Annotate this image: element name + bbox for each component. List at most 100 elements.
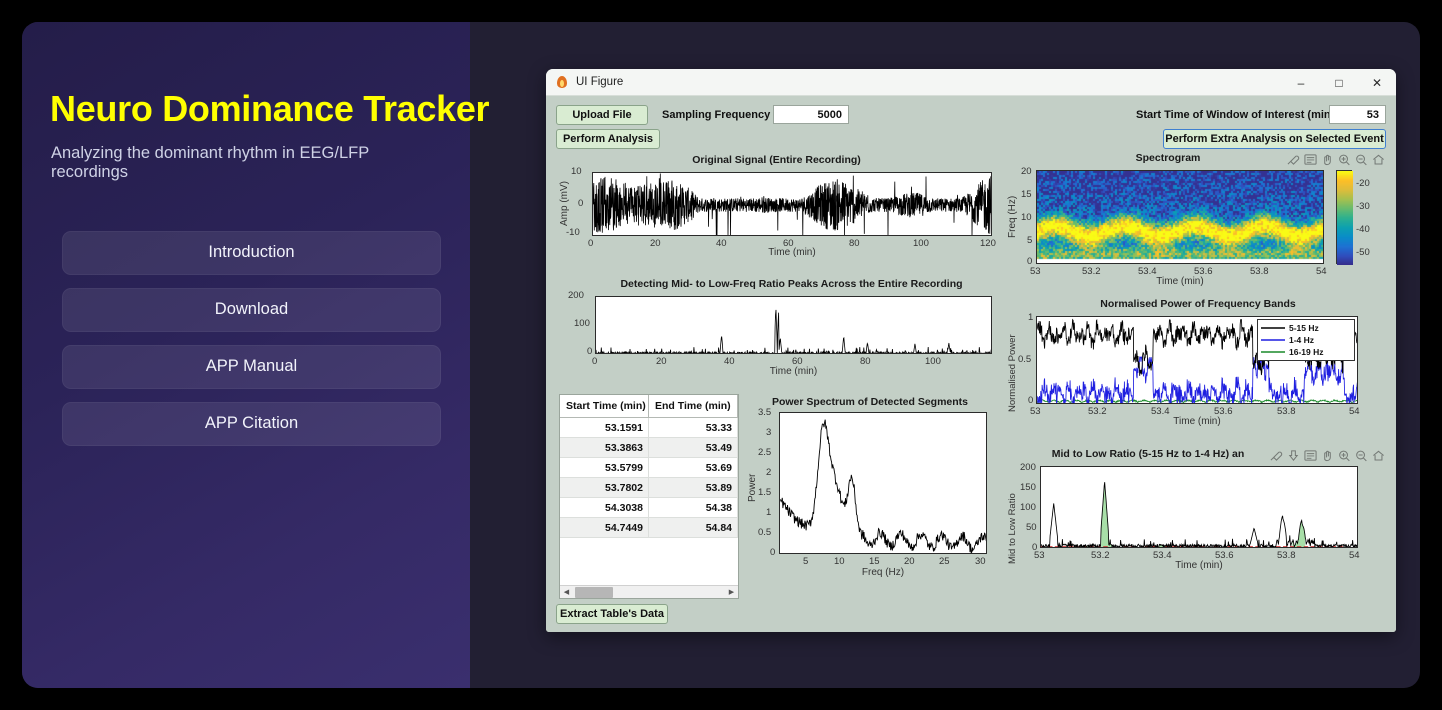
chart-title: Mid to Low Ratio (5-15 Hz to 1-4 Hz) an <box>1004 448 1292 460</box>
cell-end-time: 53.89 <box>649 478 738 497</box>
start-time-input[interactable]: 53 <box>1329 105 1386 124</box>
chart-original-signal: Original Signal (Entire Recording) Amp (… <box>554 154 999 259</box>
zoom-out-icon[interactable] <box>1354 153 1369 166</box>
legend-label: 1-4 Hz <box>1289 335 1314 345</box>
chart-title: Detecting Mid- to Low-Freq Ratio Peaks A… <box>584 278 999 290</box>
sidebar-item-introduction[interactable]: Introduction <box>62 231 441 275</box>
chart-ratio-peaks: Detecting Mid- to Low-Freq Ratio Peaks A… <box>554 278 999 383</box>
legend-item: 1-4 Hz <box>1261 334 1351 346</box>
chart-title: Power Spectrum of Detected Segments <box>739 396 1001 408</box>
plot-area[interactable] <box>1036 170 1324 264</box>
brush-icon[interactable] <box>1269 449 1284 462</box>
close-icon[interactable]: ✕ <box>1358 69 1396 96</box>
y-tick: 200 <box>568 290 584 301</box>
chart-title: Spectrogram <box>1004 152 1332 164</box>
cell-end-time: 54.84 <box>649 518 738 537</box>
x-tick: 5 <box>803 556 808 567</box>
brush-icon[interactable] <box>1286 153 1301 166</box>
upload-file-button[interactable]: Upload File <box>556 105 648 125</box>
perform-extra-analysis-button[interactable]: Perform Extra Analysis on Selected Event <box>1163 129 1386 149</box>
plot-area[interactable] <box>779 412 987 554</box>
datatip-icon[interactable] <box>1303 153 1318 166</box>
plot-area[interactable] <box>595 296 992 354</box>
pan-icon[interactable] <box>1320 153 1335 166</box>
y-tick: 2.5 <box>758 447 771 458</box>
y-axis-label: Amp (mV) <box>559 181 570 226</box>
x-axis-label: Time (min) <box>1036 416 1358 427</box>
datatip-icon[interactable] <box>1303 449 1318 462</box>
page-tagline: Analyzing the dominant rhythm in EEG/LFP… <box>51 144 445 182</box>
scroll-left-icon[interactable]: ◀ <box>560 588 573 596</box>
sidebar-item-label: Introduction <box>208 243 294 262</box>
sidebar-nav: Introduction Download APP Manual APP Cit… <box>40 231 445 446</box>
x-axis-label: Time (min) <box>1036 276 1324 287</box>
table-row[interactable]: 53.3863 53.49 <box>560 438 738 458</box>
cell-start-time: 53.3863 <box>560 438 649 457</box>
x-tick: 15 <box>869 556 880 567</box>
colorbar <box>1336 170 1352 264</box>
plot-area[interactable] <box>592 172 992 236</box>
maximize-icon[interactable]: □ <box>1320 69 1358 96</box>
legend: 5-15 Hz 1-4 Hz 16-19 Hz <box>1257 319 1355 361</box>
y-tick: 3 <box>766 427 771 438</box>
detected-segments-table[interactable]: Start Time (min) End Time (min) 53.1591 … <box>559 394 739 599</box>
zoom-out-icon[interactable] <box>1354 449 1369 462</box>
signal-trace <box>593 173 992 236</box>
axes-toolbar[interactable] <box>1286 153 1386 166</box>
column-header-start-time[interactable]: Start Time (min) <box>560 395 649 417</box>
app-shell: Neuro Dominance Tracker Analyzing the do… <box>22 22 1420 688</box>
figure-body: Upload File Perform Analysis Sampling Fr… <box>546 96 1396 632</box>
legend-swatch <box>1261 326 1285 330</box>
table-row[interactable]: 54.3038 54.38 <box>560 498 738 518</box>
x-tick: 20 <box>904 556 915 567</box>
restore-home-icon[interactable] <box>1371 153 1386 166</box>
sidebar-item-app-citation[interactable]: APP Citation <box>62 402 441 446</box>
plot-area[interactable]: 5-15 Hz 1-4 Hz 16-19 Hz <box>1036 316 1358 404</box>
zoom-in-icon[interactable] <box>1337 449 1352 462</box>
sidebar-item-download[interactable]: Download <box>62 288 441 332</box>
ratio-area <box>1041 467 1358 548</box>
perform-analysis-button[interactable]: Perform Analysis <box>556 129 660 149</box>
legend-item: 5-15 Hz <box>1261 322 1351 334</box>
matlab-flame-icon <box>555 75 569 89</box>
pan-icon[interactable] <box>1320 449 1335 462</box>
cell-end-time: 54.38 <box>649 498 738 517</box>
minimize-icon[interactable]: – <box>1282 69 1320 96</box>
table-row[interactable]: 53.7802 53.89 <box>560 478 738 498</box>
y-tick: 1.5 <box>758 487 771 498</box>
x-axis-label: Time (min) <box>595 366 992 377</box>
x-axis-label: Time (min) <box>592 247 992 258</box>
scroll-right-icon[interactable]: ▶ <box>725 588 738 596</box>
sidebar-item-label: APP Manual <box>206 357 297 376</box>
y-tick: 0 <box>770 547 775 558</box>
chart-title: Original Signal (Entire Recording) <box>554 154 999 166</box>
sidebar-item-label: APP Citation <box>205 414 298 433</box>
table-row[interactable]: 53.5799 53.69 <box>560 458 738 478</box>
axes-toolbar[interactable] <box>1269 449 1386 462</box>
cell-start-time: 53.1591 <box>560 418 649 437</box>
y-axis-label: Mid to Low Ratio <box>1007 493 1018 564</box>
x-tick: 10 <box>834 556 845 567</box>
table-horizontal-scrollbar[interactable]: ◀ ▶ <box>560 585 738 598</box>
x-axis-label: Freq (Hz) <box>779 567 987 578</box>
scrollbar-thumb[interactable] <box>575 587 613 598</box>
window-titlebar: UI Figure – □ ✕ <box>546 69 1396 96</box>
table-row[interactable]: 53.1591 53.33 <box>560 418 738 438</box>
sidebar-item-app-manual[interactable]: APP Manual <box>62 345 441 389</box>
legend-label: 16-19 Hz <box>1289 347 1324 357</box>
column-header-end-time[interactable]: End Time (min) <box>649 395 738 417</box>
main-content: UI Figure – □ ✕ Upload File Perform Anal… <box>470 22 1420 688</box>
restore-home-icon[interactable] <box>1371 449 1386 462</box>
table-row[interactable]: 54.7449 54.84 <box>560 518 738 538</box>
zoom-in-icon[interactable] <box>1337 153 1352 166</box>
colorbar-tick: -50 <box>1356 247 1370 258</box>
cell-start-time: 54.3038 <box>560 498 649 517</box>
y-tick: 20 <box>1021 166 1032 177</box>
cell-end-time: 53.33 <box>649 418 738 437</box>
sampling-frequency-input[interactable]: 5000 <box>773 105 849 124</box>
export-icon[interactable] <box>1286 449 1301 462</box>
plot-area[interactable] <box>1040 466 1358 548</box>
colorbar-tick: -40 <box>1356 224 1370 235</box>
y-tick: 100 <box>1020 502 1036 513</box>
extract-table-data-button[interactable]: Extract Table's Data <box>556 604 668 624</box>
